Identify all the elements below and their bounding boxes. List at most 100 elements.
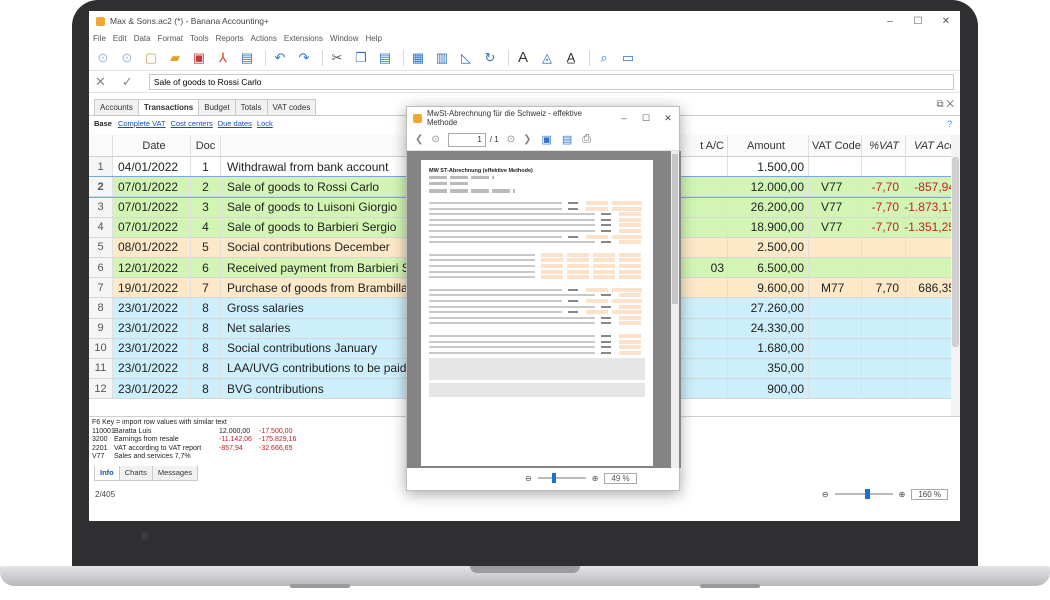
dialog-zoom-slider[interactable] [537,473,586,483]
zoom-out-icon[interactable]: ⊖ [822,490,829,499]
cell-vat-pct[interactable] [862,257,906,278]
cell-amount[interactable]: 900,00 [728,379,809,399]
cell-amount[interactable]: 2.500,00 [728,237,809,257]
cell-doc[interactable]: 8 [191,298,221,318]
zoom-in-icon[interactable]: ⊕ [899,490,906,499]
search-icon[interactable]: ⌕ [594,48,614,68]
next-page-icon[interactable]: ❯ [523,134,531,145]
cell-date[interactable]: 08/01/2022 [113,237,191,257]
cell-content-input[interactable] [148,73,954,90]
dialog-scroll-thumb[interactable] [672,154,678,304]
zoom-slider-handle[interactable] [864,489,870,499]
row-number[interactable]: 2 [89,177,113,197]
vertical-scrollbar[interactable] [951,135,960,416]
maximize-button[interactable]: ☐ [904,16,932,27]
copy-icon[interactable]: ❐ [351,48,371,68]
cell-vat-code[interactable] [809,157,862,177]
menu-file[interactable]: File [93,34,106,43]
menu-edit[interactable]: Edit [113,34,127,43]
cell-amount[interactable]: 350,00 [728,358,809,379]
cell-vat-pct[interactable] [862,157,906,177]
cell-doc[interactable]: 8 [191,379,221,399]
cell-date[interactable]: 04/01/2022 [113,157,191,177]
cell-date[interactable]: 19/01/2022 [113,278,191,298]
row-number[interactable]: 12 [89,379,113,399]
cell-vat-code[interactable]: V77 [809,217,862,237]
header-amount[interactable]: Amount [728,135,809,156]
cell-doc[interactable]: 8 [191,318,221,338]
row-number[interactable]: 7 [89,278,113,298]
cut-icon[interactable]: ✂ [327,48,347,68]
tab-vat-codes[interactable]: VAT codes [266,99,317,115]
cell-vat-pct[interactable] [862,237,906,257]
cell-vat-pct[interactable]: -7,70 [862,197,906,217]
cell-doc[interactable]: 8 [191,358,221,379]
cell-amount[interactable]: 26.200,00 [728,197,809,217]
header-vat-code[interactable]: VAT Code [809,135,862,156]
undo-icon[interactable]: ↶ [270,48,290,68]
add-row-icon[interactable]: ▦ [408,48,428,68]
dialog-maximize-button[interactable]: ☐ [635,113,657,124]
cell-vat-code[interactable] [809,379,862,399]
row-number[interactable]: 1 [89,157,113,177]
fit-page-icon[interactable]: ▤ [562,133,572,146]
cell-date[interactable]: 23/01/2022 [113,358,191,379]
cell-amount[interactable]: 9.600,00 [728,278,809,298]
menu-data[interactable]: Data [134,34,151,43]
dialog-close-button[interactable]: ✕ [657,113,679,124]
cell-date[interactable]: 07/01/2022 [113,197,191,217]
last-page-icon[interactable]: ⊙ [507,134,515,145]
header-doc[interactable]: Doc [191,135,221,156]
first-page-icon[interactable]: ⊙ [431,134,439,145]
menu-tools[interactable]: Tools [190,34,209,43]
page-view-icon[interactable]: ▣ [541,133,551,146]
cell-amount[interactable]: 18.900,00 [728,217,809,237]
view-due-dates[interactable]: Due dates [218,119,252,128]
cell-vat-code[interactable] [809,318,862,338]
print-icon[interactable]: ⎙ [582,133,591,146]
paste-icon[interactable]: ▤ [375,48,395,68]
cell-vat-code[interactable] [809,338,862,358]
cell-doc[interactable]: 3 [191,197,221,217]
prev-page-icon[interactable]: ❮ [415,134,423,145]
cell-amount[interactable]: 12.000,00 [728,177,809,197]
window-layout-icon[interactable]: ▭ [618,48,638,68]
cell-date[interactable]: 23/01/2022 [113,338,191,358]
cell-vat-pct[interactable] [862,298,906,318]
close-button[interactable]: ✕ [932,16,960,27]
menu-window[interactable]: Window [330,34,358,43]
cell-doc[interactable]: 2 [191,177,221,197]
insert-rows-icon[interactable]: ▥ [432,48,452,68]
cell-amount[interactable]: 1.680,00 [728,338,809,358]
forward-icon[interactable]: ⊙ [117,48,137,68]
pdf-icon[interactable]: ⅄ [213,48,233,68]
row-number[interactable]: 3 [89,197,113,217]
cell-amount[interactable]: 24.330,00 [728,318,809,338]
header-vat-pct[interactable]: %VAT [862,135,906,156]
recalculate-icon[interactable]: ↻ [480,48,500,68]
cell-date[interactable]: 23/01/2022 [113,318,191,338]
save-icon[interactable]: ▣ [189,48,209,68]
cell-doc[interactable]: 8 [191,338,221,358]
menu-reports[interactable]: Reports [216,34,244,43]
tab-messages[interactable]: Messages [151,466,199,481]
cell-doc[interactable]: 5 [191,237,221,257]
dialog-zoom-level[interactable]: 49 % [604,472,637,484]
redo-icon[interactable]: ↷ [294,48,314,68]
cell-amount[interactable]: 6.500,00 [728,257,809,278]
cell-vat-code[interactable]: M77 [809,278,862,298]
cell-date[interactable]: 23/01/2022 [113,298,191,318]
cell-doc[interactable]: 1 [191,157,221,177]
cell-vat-code[interactable] [809,298,862,318]
cell-vat-pct[interactable]: 7,70 [862,278,906,298]
tab-info[interactable]: Info [94,466,120,481]
back-icon[interactable]: ⊙ [93,48,113,68]
dialog-zoom-in-icon[interactable]: ⊕ [592,474,599,483]
confirm-check-icon[interactable]: ✓ [122,74,133,90]
menu-actions[interactable]: Actions [251,34,277,43]
cell-vat-code[interactable]: V77 [809,197,862,217]
cell-date[interactable]: 12/01/2022 [113,257,191,278]
zoom-slider[interactable] [834,489,893,499]
view-cost-centers[interactable]: Cost centers [171,119,213,128]
row-number[interactable]: 6 [89,257,113,278]
